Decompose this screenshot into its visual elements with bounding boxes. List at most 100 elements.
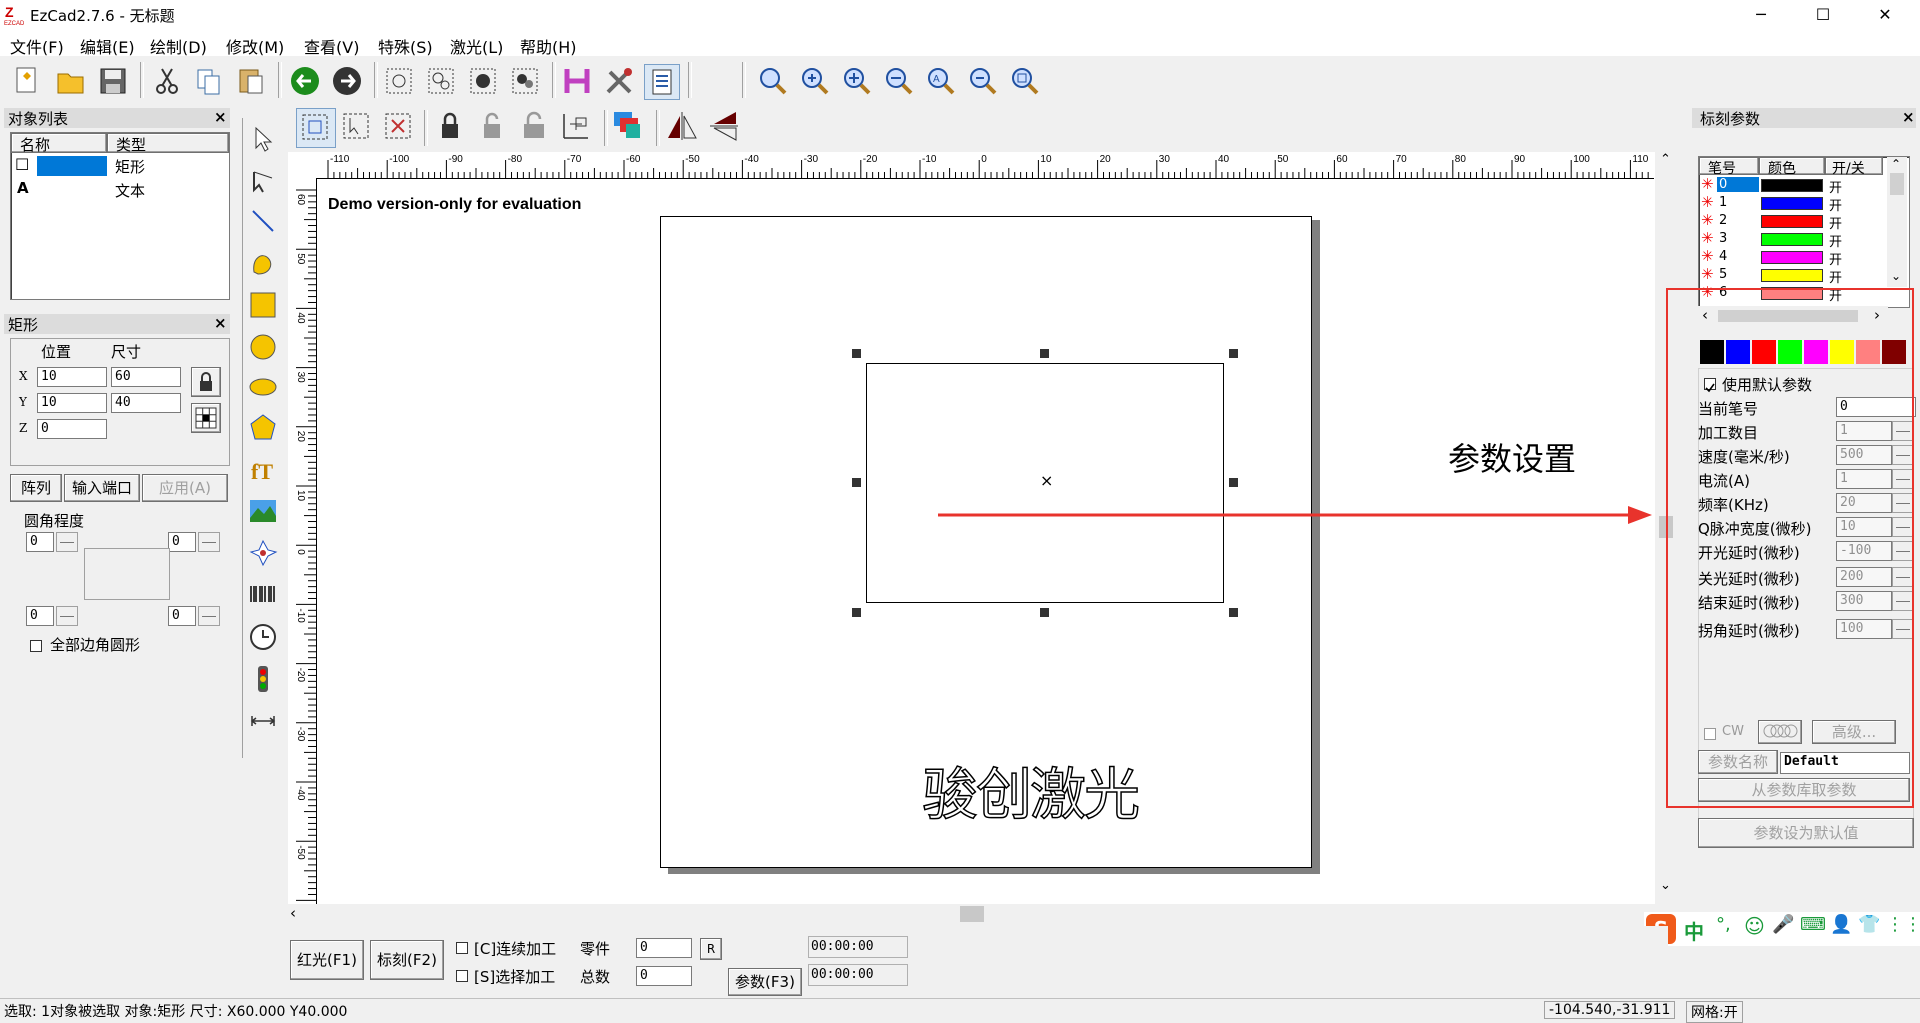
menu-modify[interactable]: 修改(M) [226, 34, 284, 58]
round-top-left-input[interactable]: 0 [26, 532, 54, 552]
status-grid[interactable]: 网格:开 [1686, 1001, 1743, 1023]
undo-icon[interactable] [288, 64, 322, 98]
zoom-all-icon[interactable]: A [924, 64, 958, 98]
text-tool-icon[interactable]: fT [248, 454, 278, 484]
total-input[interactable]: 0 [636, 966, 692, 986]
horizontal-scrollbar[interactable]: ‹ [288, 904, 1656, 924]
input-port-button[interactable]: 输入端口 [64, 474, 140, 502]
round-bottom-left-input[interactable]: 0 [26, 606, 54, 626]
wobble-button[interactable] [1758, 720, 1802, 744]
param-value-input[interactable]: 1 [1836, 421, 1892, 441]
palette-swatch[interactable] [1700, 340, 1724, 364]
ime-punctuation[interactable]: °, [1716, 914, 1731, 935]
round-bottom-right-input[interactable]: 0 [168, 606, 196, 626]
ime-mode-chinese[interactable]: 中 [1684, 916, 1704, 945]
param-value-input[interactable]: 0 [1836, 397, 1916, 417]
io-tool-icon[interactable] [248, 664, 278, 694]
pen-state[interactable]: 开 [1829, 231, 1842, 250]
close-icon[interactable]: × [214, 314, 227, 332]
hatch-icon[interactable] [560, 64, 594, 98]
scroll-up-icon[interactable]: ⌃ [1660, 152, 1671, 167]
lock-ratio-button[interactable] [191, 367, 221, 397]
minimize-button[interactable]: ─ [1738, 0, 1784, 30]
pen-hscroll-thumb[interactable] [1718, 310, 1858, 322]
combine-icon[interactable] [466, 64, 500, 98]
close-button[interactable]: ✕ [1862, 0, 1908, 30]
y-size-input[interactable]: 40 [111, 393, 181, 413]
ungroup-icon[interactable] [424, 64, 458, 98]
pen-scroll-thumb[interactable] [1890, 173, 1904, 195]
apply-button[interactable]: 应用(A) [142, 474, 228, 502]
col-type-header[interactable]: 类型 [107, 133, 229, 154]
cw-checkbox[interactable] [1704, 728, 1716, 740]
handle-top-middle[interactable] [1040, 349, 1049, 358]
param-spinner[interactable] [1892, 591, 1914, 611]
handle-bottom-right[interactable] [1229, 608, 1238, 617]
pen-state[interactable]: 开 [1829, 285, 1842, 304]
ellipse-tool-icon[interactable] [248, 372, 278, 402]
zoom-window-icon[interactable] [798, 64, 832, 98]
menu-grid-icon[interactable]: ⋮⋮ [1886, 914, 1920, 935]
lock-object-icon[interactable] [432, 108, 470, 146]
keyboard-icon[interactable]: ⌨ [1800, 914, 1826, 935]
zoom-fit-icon[interactable] [966, 64, 1000, 98]
menu-help[interactable]: 帮助(H) [520, 34, 577, 58]
cut-icon[interactable] [150, 64, 184, 98]
horizontal-scroll-thumb[interactable] [960, 906, 984, 922]
param-value-input[interactable]: 500 [1836, 445, 1892, 465]
menu-edit[interactable]: 编辑(E) [80, 34, 135, 58]
rectangle-tool-icon[interactable] [248, 290, 278, 320]
pen-row[interactable]: ✳ 5 开 [1699, 265, 1874, 286]
copy-icon[interactable] [192, 64, 226, 98]
node-edit-icon[interactable] [248, 166, 278, 196]
pen-list-scrollbar[interactable]: ⌃ ⌄ [1887, 157, 1907, 287]
vertical-scroll-thumb[interactable] [1659, 516, 1673, 538]
reset-count-button[interactable]: R [700, 938, 722, 960]
microphone-icon[interactable]: 🎤 [1772, 914, 1794, 935]
handle-middle-left[interactable] [852, 478, 861, 487]
zoom-in-icon[interactable] [840, 64, 874, 98]
advanced-button[interactable]: 高级... [1812, 720, 1896, 744]
group-icon[interactable] [382, 64, 416, 98]
menu-special[interactable]: 特殊(S) [378, 34, 433, 58]
motion-tool-icon[interactable] [248, 706, 278, 736]
pen-row[interactable]: ✳ 4 开 [1699, 247, 1874, 268]
scroll-down-icon[interactable]: ⌄ [1660, 878, 1671, 893]
anchor-grid-button[interactable] [191, 403, 221, 433]
param-spinner[interactable] [1892, 619, 1914, 639]
param-name-button[interactable]: 参数名称 [1698, 750, 1778, 774]
art-text-object[interactable]: 骏创激光 [921, 750, 1141, 831]
emoji-icon[interactable]: ☺ [1744, 914, 1765, 938]
x-position-input[interactable]: 10 [37, 367, 107, 387]
close-icon[interactable]: × [1902, 108, 1915, 126]
vector-file-tool-icon[interactable] [248, 538, 278, 568]
barcode-tool-icon[interactable] [248, 580, 278, 610]
z-position-input[interactable]: 0 [37, 419, 107, 439]
param-value-input[interactable]: 200 [1836, 567, 1892, 587]
line-tool-icon[interactable] [248, 206, 278, 236]
handle-top-right[interactable] [1229, 349, 1238, 358]
col-name-header[interactable]: 名称 [11, 133, 107, 154]
continuous-checkbox[interactable] [456, 942, 468, 954]
object-list-icon[interactable] [644, 64, 680, 100]
scroll-right-icon[interactable]: › [1874, 306, 1880, 324]
pen-row[interactable]: ✳ 3 开 [1699, 229, 1874, 250]
menu-draw[interactable]: 绘制(D) [150, 34, 207, 58]
menu-laser[interactable]: 激光(L) [450, 34, 503, 58]
round-top-right-input[interactable]: 0 [168, 532, 196, 552]
open-file-icon[interactable] [54, 64, 88, 98]
maximize-button[interactable]: ☐ [1800, 0, 1846, 30]
param-spinner[interactable] [1892, 541, 1914, 561]
palette-swatch[interactable] [1778, 340, 1802, 364]
from-library-button[interactable]: 从参数库取参数 [1698, 778, 1910, 802]
pen-state[interactable]: 开 [1829, 267, 1842, 286]
delete-select-icon[interactable] [380, 108, 418, 146]
pen-row[interactable]: ✳ 2 开 [1699, 211, 1874, 232]
use-default-checkbox[interactable] [1704, 378, 1716, 393]
select-process-checkbox[interactable] [456, 970, 468, 982]
param-spinner[interactable] [1892, 493, 1914, 513]
palette-swatch[interactable] [1752, 340, 1776, 364]
parts-input[interactable]: 0 [636, 938, 692, 958]
param-spinner[interactable] [1892, 567, 1914, 587]
col-color-header[interactable]: 颜色 [1759, 157, 1825, 177]
